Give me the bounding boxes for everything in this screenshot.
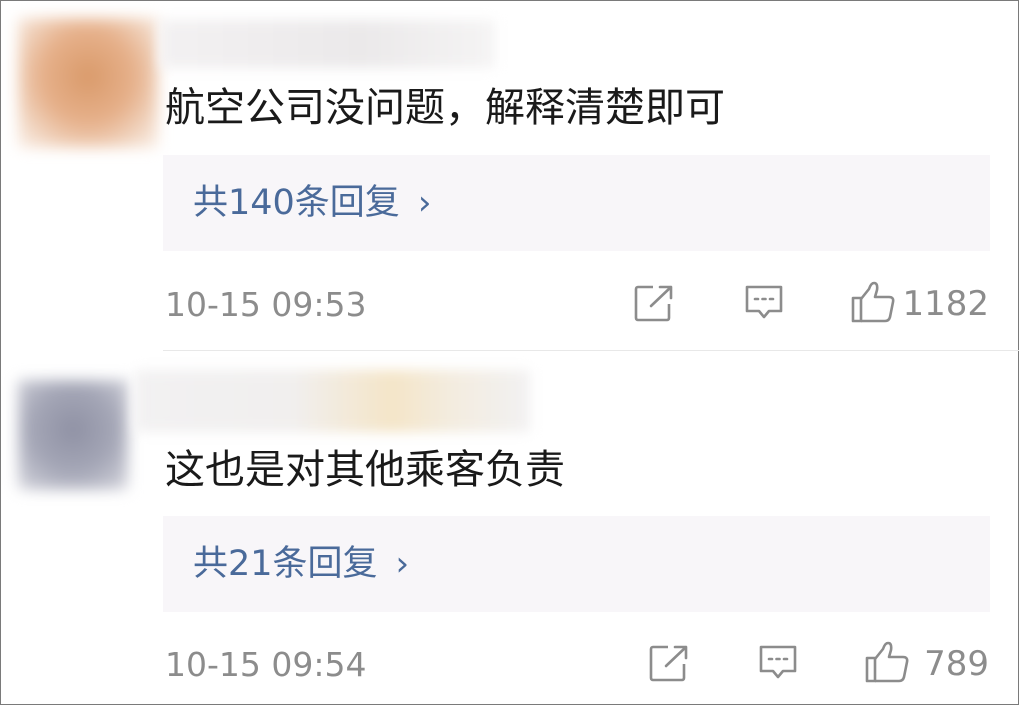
replies-label: 共140条回复 xyxy=(193,183,400,223)
replies-box[interactable]: 共21条回复 › xyxy=(163,516,990,612)
comment-text: 这也是对其他乘客负责 xyxy=(165,447,565,493)
username[interactable] xyxy=(160,20,495,68)
timestamp: 10-15 09:54 xyxy=(165,645,367,684)
chevron-right-icon: › xyxy=(417,183,432,223)
divider xyxy=(163,350,1019,351)
share-icon[interactable] xyxy=(633,283,675,323)
avatar[interactable] xyxy=(18,18,158,148)
thumbs-up-icon[interactable] xyxy=(864,640,910,684)
username[interactable] xyxy=(135,370,530,432)
like-count: 1182 xyxy=(902,284,989,324)
timestamp: 10-15 09:53 xyxy=(165,285,367,324)
share-icon[interactable] xyxy=(648,643,690,683)
view-replies-link[interactable]: 共140条回复 › xyxy=(193,182,431,224)
replies-label: 共21条回复 xyxy=(193,544,378,584)
view-replies-link[interactable]: 共21条回复 › xyxy=(193,543,409,585)
comment-icon[interactable] xyxy=(743,283,785,323)
replies-box[interactable]: 共140条回复 › xyxy=(163,155,990,251)
comment-text: 航空公司没问题，解释清楚即可 xyxy=(165,85,725,131)
avatar[interactable] xyxy=(18,380,128,490)
chevron-right-icon: › xyxy=(395,544,410,584)
like-count: 789 xyxy=(924,644,989,684)
thumbs-up-icon[interactable] xyxy=(850,280,896,324)
comment-icon[interactable] xyxy=(757,643,799,683)
